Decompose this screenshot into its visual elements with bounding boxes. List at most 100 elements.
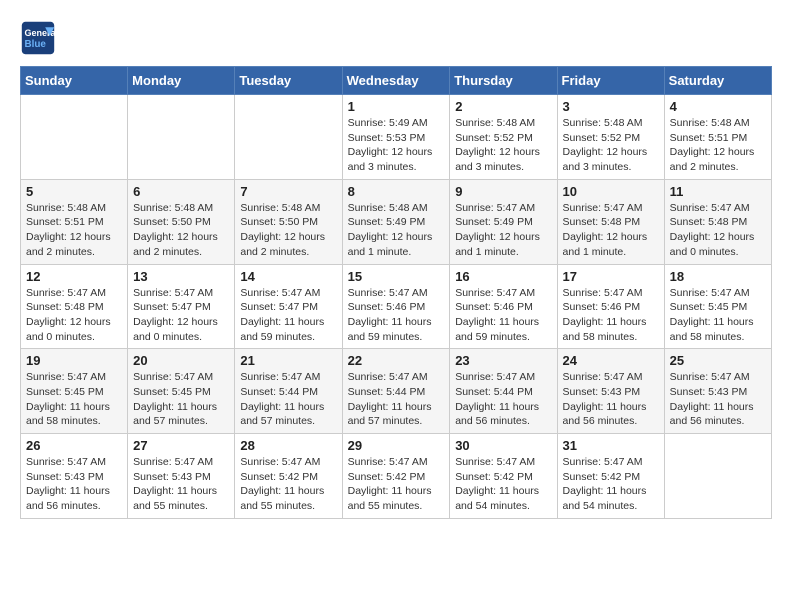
day-number: 19	[26, 353, 122, 368]
calendar-cell: 7Sunrise: 5:48 AM Sunset: 5:50 PM Daylig…	[235, 179, 342, 264]
calendar-cell: 11 Sunrise: 5:47 AM Sunset: 5:48 PM Dayli…	[664, 179, 771, 264]
day-info: Sunrise: 5:48 AM Sunset: 5:50 PM Dayligh…	[240, 201, 336, 260]
calendar-cell: 14 Sunrise: 5:47 AM Sunset: 5:47 PM Dayli…	[235, 264, 342, 349]
day-number: 8	[348, 184, 445, 199]
day-number: 3	[563, 99, 659, 114]
week-row-5: 26 Sunrise: 5:47 AM Sunset: 5:43 PM Dayli…	[21, 434, 772, 519]
day-info: Sunrise: 5:47 AM Sunset: 5:43 PM Dayligh…	[133, 455, 229, 514]
calendar-cell: 16Sunrise: 5:47 AM Sunset: 5:46 PM Dayli…	[450, 264, 557, 349]
calendar: SundayMondayTuesdayWednesdayThursdayFrid…	[20, 66, 772, 519]
day-info: Sunrise: 5:47 AM Sunset: 5:45 PM Dayligh…	[133, 370, 229, 429]
day-info: Sunrise: 5:48 AM Sunset: 5:52 PM Dayligh…	[455, 116, 551, 175]
day-info: Sunrise: 5:48 AM Sunset: 5:51 PM Dayligh…	[26, 201, 122, 260]
weekday-header-row: SundayMondayTuesdayWednesdayThursdayFrid…	[21, 67, 772, 95]
day-number: 5	[26, 184, 122, 199]
calendar-cell: 27 Sunrise: 5:47 AM Sunset: 5:43 PM Dayli…	[128, 434, 235, 519]
calendar-cell: 10Sunrise: 5:47 AM Sunset: 5:48 PM Dayli…	[557, 179, 664, 264]
day-number: 24	[563, 353, 659, 368]
day-number: 16	[455, 269, 551, 284]
day-number: 25	[670, 353, 766, 368]
day-info: Sunrise: 5:47 AM Sunset: 5:49 PM Dayligh…	[455, 201, 551, 260]
day-info: Sunrise: 5:47 AM Sunset: 5:42 PM Dayligh…	[240, 455, 336, 514]
calendar-cell: 21 Sunrise: 5:47 AM Sunset: 5:44 PM Dayli…	[235, 349, 342, 434]
calendar-cell: 31Sunrise: 5:47 AM Sunset: 5:42 PM Dayli…	[557, 434, 664, 519]
day-info: Sunrise: 5:47 AM Sunset: 5:47 PM Dayligh…	[240, 286, 336, 345]
calendar-cell: 2 Sunrise: 5:48 AM Sunset: 5:52 PM Daylig…	[450, 95, 557, 180]
calendar-cell: 29Sunrise: 5:47 AM Sunset: 5:42 PM Dayli…	[342, 434, 450, 519]
day-info: Sunrise: 5:48 AM Sunset: 5:52 PM Dayligh…	[563, 116, 659, 175]
calendar-cell: 18 Sunrise: 5:47 AM Sunset: 5:45 PM Dayli…	[664, 264, 771, 349]
day-number: 15	[348, 269, 445, 284]
day-number: 28	[240, 438, 336, 453]
day-info: Sunrise: 5:47 AM Sunset: 5:46 PM Dayligh…	[563, 286, 659, 345]
calendar-cell: 30 Sunrise: 5:47 AM Sunset: 5:42 PM Dayli…	[450, 434, 557, 519]
day-number: 21	[240, 353, 336, 368]
calendar-cell: 12 Sunrise: 5:47 AM Sunset: 5:48 PM Dayli…	[21, 264, 128, 349]
day-info: Sunrise: 5:47 AM Sunset: 5:47 PM Dayligh…	[133, 286, 229, 345]
weekday-header-tuesday: Tuesday	[235, 67, 342, 95]
day-info: Sunrise: 5:47 AM Sunset: 5:43 PM Dayligh…	[26, 455, 122, 514]
calendar-cell: 25 Sunrise: 5:47 AM Sunset: 5:43 PM Dayli…	[664, 349, 771, 434]
day-number: 9	[455, 184, 551, 199]
week-row-2: 5 Sunrise: 5:48 AM Sunset: 5:51 PM Daylig…	[21, 179, 772, 264]
day-info: Sunrise: 5:48 AM Sunset: 5:50 PM Dayligh…	[133, 201, 229, 260]
svg-text:Blue: Blue	[25, 39, 47, 50]
calendar-cell: 20 Sunrise: 5:47 AM Sunset: 5:45 PM Dayli…	[128, 349, 235, 434]
day-info: Sunrise: 5:47 AM Sunset: 5:45 PM Dayligh…	[26, 370, 122, 429]
calendar-cell: 26 Sunrise: 5:47 AM Sunset: 5:43 PM Dayli…	[21, 434, 128, 519]
calendar-cell: 22Sunrise: 5:47 AM Sunset: 5:44 PM Dayli…	[342, 349, 450, 434]
page-header: General Blue	[20, 20, 772, 56]
calendar-cell: 4 Sunrise: 5:48 AM Sunset: 5:51 PM Daylig…	[664, 95, 771, 180]
calendar-cell: 8 Sunrise: 5:48 AM Sunset: 5:49 PM Daylig…	[342, 179, 450, 264]
day-number: 2	[455, 99, 551, 114]
day-number: 11	[670, 184, 766, 199]
day-number: 1	[348, 99, 445, 114]
day-info: Sunrise: 5:47 AM Sunset: 5:44 PM Dayligh…	[240, 370, 336, 429]
weekday-header-wednesday: Wednesday	[342, 67, 450, 95]
calendar-cell: 9 Sunrise: 5:47 AM Sunset: 5:49 PM Daylig…	[450, 179, 557, 264]
week-row-3: 12 Sunrise: 5:47 AM Sunset: 5:48 PM Dayli…	[21, 264, 772, 349]
day-info: Sunrise: 5:47 AM Sunset: 5:48 PM Dayligh…	[670, 201, 766, 260]
calendar-cell: 24Sunrise: 5:47 AM Sunset: 5:43 PM Dayli…	[557, 349, 664, 434]
calendar-cell: 15 Sunrise: 5:47 AM Sunset: 5:46 PM Dayli…	[342, 264, 450, 349]
day-info: Sunrise: 5:48 AM Sunset: 5:51 PM Dayligh…	[670, 116, 766, 175]
weekday-header-saturday: Saturday	[664, 67, 771, 95]
day-number: 6	[133, 184, 229, 199]
calendar-cell: 28 Sunrise: 5:47 AM Sunset: 5:42 PM Dayli…	[235, 434, 342, 519]
day-info: Sunrise: 5:49 AM Sunset: 5:53 PM Dayligh…	[348, 116, 445, 175]
weekday-header-thursday: Thursday	[450, 67, 557, 95]
day-number: 26	[26, 438, 122, 453]
day-number: 30	[455, 438, 551, 453]
day-number: 27	[133, 438, 229, 453]
day-number: 14	[240, 269, 336, 284]
day-info: Sunrise: 5:47 AM Sunset: 5:46 PM Dayligh…	[348, 286, 445, 345]
day-number: 17	[563, 269, 659, 284]
logo-icon: General Blue	[20, 20, 56, 56]
day-info: Sunrise: 5:47 AM Sunset: 5:44 PM Dayligh…	[455, 370, 551, 429]
day-number: 20	[133, 353, 229, 368]
week-row-4: 19 Sunrise: 5:47 AM Sunset: 5:45 PM Dayli…	[21, 349, 772, 434]
calendar-cell	[664, 434, 771, 519]
day-number: 12	[26, 269, 122, 284]
day-number: 10	[563, 184, 659, 199]
weekday-header-friday: Friday	[557, 67, 664, 95]
day-info: Sunrise: 5:47 AM Sunset: 5:45 PM Dayligh…	[670, 286, 766, 345]
day-number: 4	[670, 99, 766, 114]
day-info: Sunrise: 5:48 AM Sunset: 5:49 PM Dayligh…	[348, 201, 445, 260]
week-row-1: 1 Sunrise: 5:49 AM Sunset: 5:53 PM Daylig…	[21, 95, 772, 180]
day-info: Sunrise: 5:47 AM Sunset: 5:44 PM Dayligh…	[348, 370, 445, 429]
day-number: 13	[133, 269, 229, 284]
calendar-cell	[128, 95, 235, 180]
day-info: Sunrise: 5:47 AM Sunset: 5:43 PM Dayligh…	[670, 370, 766, 429]
calendar-cell	[21, 95, 128, 180]
calendar-cell: 19 Sunrise: 5:47 AM Sunset: 5:45 PM Dayli…	[21, 349, 128, 434]
calendar-cell: 3 Sunrise: 5:48 AM Sunset: 5:52 PM Daylig…	[557, 95, 664, 180]
day-info: Sunrise: 5:47 AM Sunset: 5:42 PM Dayligh…	[455, 455, 551, 514]
day-number: 18	[670, 269, 766, 284]
day-number: 29	[348, 438, 445, 453]
logo: General Blue	[20, 20, 62, 56]
calendar-cell: 17 Sunrise: 5:47 AM Sunset: 5:46 PM Dayli…	[557, 264, 664, 349]
day-info: Sunrise: 5:47 AM Sunset: 5:48 PM Dayligh…	[26, 286, 122, 345]
calendar-cell: 13 Sunrise: 5:47 AM Sunset: 5:47 PM Dayli…	[128, 264, 235, 349]
calendar-cell	[235, 95, 342, 180]
